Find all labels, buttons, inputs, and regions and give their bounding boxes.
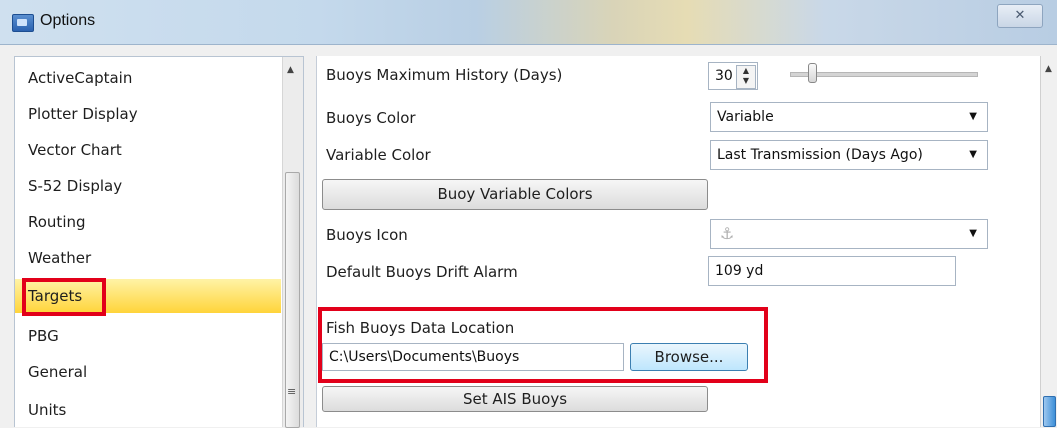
browse-button[interactable]: Browse...	[630, 343, 748, 371]
scroll-grip-icon: ≡	[287, 385, 297, 398]
drift-alarm-label: Default Buoys Drift Alarm	[326, 263, 518, 281]
variable-color-select[interactable]: Last Transmission (Days Ago) ▼	[710, 140, 988, 170]
sidebar-item-routing[interactable]: Routing	[15, 205, 281, 239]
fish-location-input[interactable]: C:\Users\Documents\Buoys	[322, 343, 624, 371]
variable-color-label: Variable Color	[326, 146, 431, 164]
window-title: Options	[40, 12, 96, 29]
sidebar-item-pbg[interactable]: PBG	[15, 319, 281, 353]
sidebar-item-units[interactable]: Units	[15, 393, 281, 427]
sidebar-scrollbar[interactable]: ▲ ≡	[282, 57, 303, 428]
settings-scroll-thumb[interactable]	[1043, 396, 1056, 427]
max-history-label: Buoys Maximum History (Days)	[326, 66, 563, 84]
sidebar-item-label: Weather	[28, 249, 92, 267]
variable-color-value: Last Transmission (Days Ago)	[717, 147, 923, 163]
sidebar-item-activecaptain[interactable]: ActiveCaptain	[15, 61, 281, 95]
buoys-icon-select[interactable]: ▼	[710, 219, 988, 249]
sidebar-item-general[interactable]: General	[15, 355, 281, 389]
sidebar-item-label: PBG	[28, 327, 59, 345]
sidebar-item-label: Units	[28, 401, 67, 419]
set-ais-buoys-button[interactable]: Set AIS Buoys	[322, 386, 708, 412]
options-sidebar: ActiveCaptain Plotter Display Vector Cha…	[14, 56, 304, 428]
options-window-icon	[12, 14, 34, 32]
buoy-anchor-icon: ⚓	[720, 224, 735, 243]
buoy-variable-colors-button[interactable]: Buoy Variable Colors	[322, 179, 708, 210]
scroll-up-arrow-icon[interactable]: ▲	[287, 65, 294, 75]
drift-alarm-input[interactable]: 109 yd	[708, 256, 956, 286]
sidebar-item-label: ActiveCaptain	[28, 69, 133, 87]
buoys-color-label: Buoys Color	[326, 109, 416, 127]
settings-scrollbar[interactable]: ▲	[1040, 56, 1057, 427]
buoys-color-select[interactable]: Variable ▼	[710, 102, 988, 132]
targets-highlight-box	[22, 278, 106, 316]
chevron-down-icon: ▼	[969, 228, 977, 239]
sidebar-item-label: S-52 Display	[28, 177, 123, 195]
max-history-slider-track[interactable]	[790, 72, 978, 77]
sidebar-item-label: Vector Chart	[28, 141, 122, 159]
sidebar-item-label: Plotter Display	[28, 105, 138, 123]
buoys-color-value: Variable	[717, 109, 774, 125]
sidebar-item-vector-chart[interactable]: Vector Chart	[15, 133, 281, 167]
chevron-down-icon: ▼	[969, 111, 977, 122]
sidebar-item-label: General	[28, 363, 88, 381]
sidebar-item-plotter-display[interactable]: Plotter Display	[15, 97, 281, 131]
close-button[interactable]: ✕	[997, 4, 1043, 28]
sidebar-item-s52-display[interactable]: S-52 Display	[15, 169, 281, 203]
scroll-up-arrow-icon[interactable]: ▲	[1045, 64, 1052, 74]
max-history-slider-thumb[interactable]	[808, 63, 817, 83]
sidebar-item-label: Routing	[28, 213, 86, 231]
max-history-stepper[interactable]: ▲ ▼	[736, 65, 756, 89]
buoys-icon-label: Buoys Icon	[326, 226, 408, 244]
chevron-down-icon: ▼	[969, 149, 977, 160]
sidebar-item-weather[interactable]: Weather	[15, 241, 281, 275]
fish-location-label: Fish Buoys Data Location	[326, 319, 515, 337]
title-bar: Options ✕	[0, 0, 1057, 45]
